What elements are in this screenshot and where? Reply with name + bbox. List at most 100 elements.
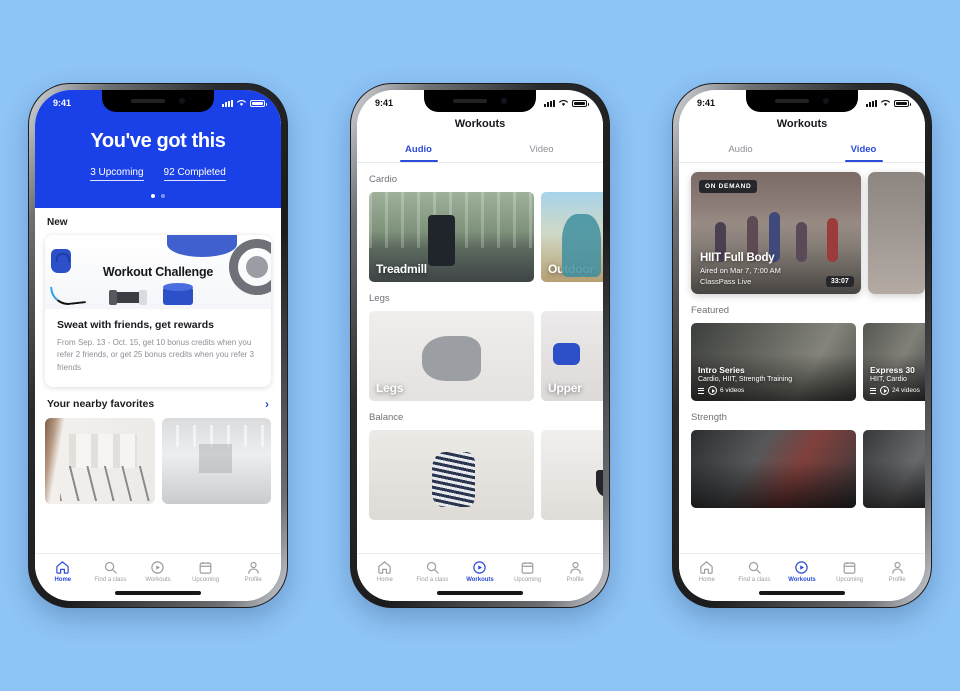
calendar-icon — [521, 562, 534, 574]
status-indicators — [866, 99, 911, 107]
workout-tile-balance-1[interactable] — [369, 430, 534, 520]
workout-tile-treadmill[interactable]: Treadmill — [369, 192, 534, 282]
tab-profile[interactable]: Profile — [229, 560, 277, 583]
featured-video-text: HIIT Full Body Aired on Mar 7, 7:00 AM C… — [700, 252, 781, 286]
card-text: Express 30 HIIT, Cardio 24 videos — [870, 365, 920, 395]
tab-audio[interactable]: Audio — [679, 139, 802, 162]
tab-video[interactable]: Video — [802, 139, 925, 162]
tab-home[interactable]: Home — [683, 560, 731, 583]
tab-upcoming[interactable]: Upcoming — [182, 560, 230, 583]
home-icon — [700, 561, 714, 574]
tab-video[interactable]: Video — [480, 139, 603, 162]
battery-icon — [572, 99, 589, 107]
home-indicator[interactable] — [679, 585, 925, 601]
speaker-icon — [453, 99, 487, 103]
screen-home: 9:41 You've got this 3 Upcoming 92 Compl… — [35, 90, 281, 601]
workout-tile-balance-2[interactable] — [541, 430, 603, 520]
home-indicator[interactable] — [35, 585, 281, 601]
tab-home-label: Home — [698, 577, 715, 583]
tab-profile[interactable]: Profile — [551, 560, 599, 583]
group-row-cardio: Treadmill Outdoor — [357, 192, 603, 282]
status-time: 9:41 — [375, 98, 394, 108]
status-indicators — [544, 99, 589, 107]
tab-workouts[interactable]: Workouts — [134, 560, 182, 583]
workout-tile-legs[interactable]: Legs — [369, 311, 534, 401]
tab-bar: Home Find a class Workouts Upcoming Prof… — [35, 553, 281, 585]
audio-body: Workouts Audio Video Cardio Treadmill Ou… — [357, 114, 603, 553]
workout-tile-upper[interactable]: Upper — [541, 311, 603, 401]
video-collection-card-intro-series[interactable]: Intro Series Cardio, HIIT, Strength Trai… — [691, 323, 856, 401]
kettlebell-icon — [51, 249, 71, 273]
promo-headline: Sweat with friends, get rewards — [57, 319, 214, 331]
tab-find-a-class-label: Find a class — [416, 577, 449, 583]
tab-profile[interactable]: Profile — [873, 560, 921, 583]
screen-video: 9:41 Workouts Audio Video ON DEMAND 33:0… — [679, 90, 925, 601]
wifi-icon — [237, 100, 246, 106]
tab-find-a-class[interactable]: Find a class — [731, 560, 779, 583]
group-label-legs: Legs — [369, 293, 390, 304]
favorite-studio-card-2[interactable] — [161, 418, 271, 505]
tab-bar: Home Find a class Workouts Upcoming Prof… — [357, 553, 603, 585]
tab-home[interactable]: Home — [361, 560, 409, 583]
group-label-balance: Balance — [369, 412, 404, 423]
home-icon — [378, 561, 392, 574]
tab-audio[interactable]: Audio — [357, 139, 480, 162]
battery-icon — [250, 99, 267, 107]
chevron-right-icon[interactable]: › — [265, 397, 269, 411]
featured-video-row: ON DEMAND 33:07 HIIT Full Body Aired on … — [691, 172, 925, 294]
stat-upcoming[interactable]: 3 Upcoming — [90, 167, 144, 181]
person-icon — [247, 561, 259, 574]
card-video-count: 6 videos — [720, 387, 745, 394]
tab-workouts[interactable]: Workouts — [778, 560, 826, 583]
group-row-balance — [357, 430, 603, 520]
favorites-header[interactable]: Your nearby favorites › — [35, 387, 281, 418]
video-collection-card-express-30[interactable]: Express 30 HIIT, Cardio 24 videos — [863, 323, 925, 401]
featured-cards-row: Intro Series Cardio, HIIT, Strength Trai… — [679, 323, 925, 401]
battery-icon — [894, 99, 911, 107]
video-collection-card-strength-2[interactable] — [863, 430, 925, 508]
promo-card[interactable]: Workout Challenge Sweat with friends, ge… — [45, 235, 271, 388]
tab-profile-label: Profile — [244, 577, 262, 583]
tab-workouts-label: Workouts — [788, 577, 816, 583]
screen-audio: 9:41 Workouts Audio Video Cardio Treadmi… — [357, 90, 603, 601]
cellular-signal-icon — [222, 99, 233, 107]
promo-image-title: Workout Challenge — [102, 265, 214, 279]
featured-video-card-peek[interactable] — [867, 172, 925, 294]
stat-completed[interactable]: 92 Completed — [163, 167, 226, 181]
step-box-icon — [163, 283, 193, 305]
featured-video-card[interactable]: ON DEMAND 33:07 HIIT Full Body Aired on … — [691, 172, 861, 294]
carousel-dot-1[interactable] — [151, 194, 155, 198]
workout-tile-caption: Upper — [548, 381, 582, 395]
tab-workouts[interactable]: Workouts — [456, 560, 504, 583]
workout-tile-outdoor[interactable]: Outdoor — [541, 192, 603, 282]
promo-text: From Sep. 13 - Oct. 15, get 10 bonus cre… — [57, 338, 254, 372]
tab-upcoming[interactable]: Upcoming — [504, 560, 552, 583]
on-demand-badge: ON DEMAND — [699, 180, 758, 193]
tab-upcoming[interactable]: Upcoming — [826, 560, 874, 583]
notch — [746, 90, 858, 112]
segmented-tabs: Audio Video — [679, 139, 925, 163]
page-title: Workouts — [357, 114, 603, 139]
workout-tile-caption: Outdoor — [548, 262, 594, 276]
favorite-studio-card-1[interactable] — [45, 418, 155, 505]
play-icon — [880, 386, 889, 395]
tab-find-a-class[interactable]: Find a class — [87, 560, 135, 583]
page-title: Workouts — [679, 114, 925, 139]
carousel-dots[interactable] — [45, 194, 271, 198]
card-title: Express 30 — [870, 365, 915, 375]
home-indicator[interactable] — [357, 585, 603, 601]
tab-find-a-class[interactable]: Find a class — [409, 560, 457, 583]
tab-bar: Home Find a class Workouts Upcoming Prof… — [679, 553, 925, 585]
video-collection-card-strength-1[interactable] — [691, 430, 856, 508]
play-circle-icon — [473, 561, 487, 574]
notch — [102, 90, 214, 112]
video-duration: 33:07 — [825, 276, 854, 287]
card-meta: 6 videos — [698, 386, 792, 395]
carousel-dot-2[interactable] — [161, 194, 165, 198]
hero-banner: You've got this 3 Upcoming 92 Completed — [35, 114, 281, 208]
workout-tile-caption: Legs — [376, 381, 404, 395]
play-circle-icon — [795, 561, 809, 574]
tab-home[interactable]: Home — [39, 560, 87, 583]
promo-body: Sweat with friends, get rewards From Sep… — [45, 309, 271, 387]
front-camera-icon — [501, 98, 507, 104]
